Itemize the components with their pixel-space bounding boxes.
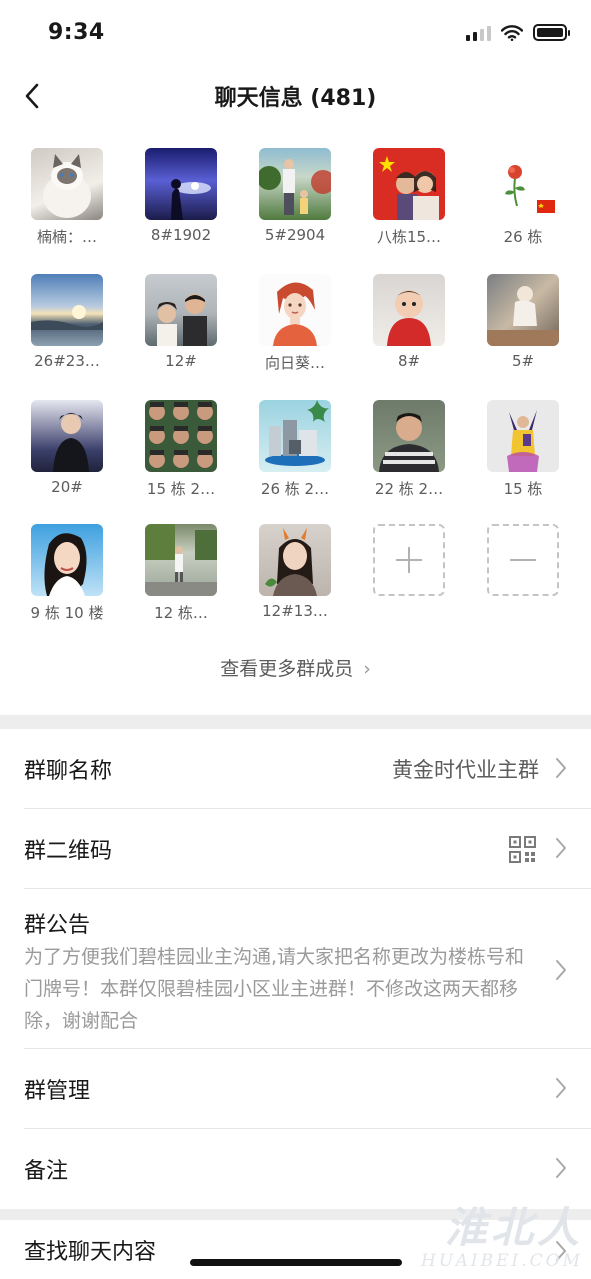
status-time: 9:34 (48, 20, 105, 45)
member-name: 26 栋 2… (260, 480, 330, 498)
chevron-right-icon (556, 960, 566, 980)
member-name: 15 栋 (503, 480, 543, 498)
search-chat-label: 查找聊天内容 (24, 1240, 157, 1265)
chevron-right-icon (556, 838, 566, 858)
battery-icon (533, 24, 570, 41)
member-name: 八栋15… (376, 228, 442, 246)
member-item[interactable]: 22 栋 2… (354, 400, 464, 499)
member-item[interactable]: 5# (468, 274, 578, 370)
wifi-icon (501, 24, 523, 41)
member-name: 5#2904 (264, 226, 326, 244)
avatar (373, 148, 445, 220)
group-name-value: 黄金时代业主群 (392, 758, 539, 782)
home-indicator (190, 1259, 402, 1266)
member-item[interactable]: 12# (126, 274, 236, 370)
avatar (487, 400, 559, 472)
avatar (31, 274, 103, 346)
group-manage-row[interactable]: 群管理 (24, 1049, 591, 1129)
member-item[interactable]: 26 栋 (468, 148, 578, 247)
avatar (145, 524, 217, 596)
member-item[interactable]: 26 栋 2… (240, 400, 350, 499)
chevron-right-icon (556, 1078, 566, 1098)
member-name: 15 栋 2… (146, 480, 216, 498)
remark-label: 备注 (24, 1159, 69, 1184)
member-name: 楠楠：… (36, 228, 97, 246)
watermark: 淮北人 HUAIBEI.COM (421, 1203, 583, 1272)
avatar (145, 148, 217, 220)
cellular-signal-icon (466, 25, 491, 41)
member-name: 26 栋 (503, 228, 543, 246)
member-name: 5# (511, 352, 535, 370)
member-name: 12 栋… (154, 604, 208, 622)
plus-icon (396, 547, 422, 573)
member-item[interactable]: 12#13… (240, 524, 350, 620)
group-name-label: 群聊名称 (24, 759, 113, 784)
group-notice-label: 群公告 (24, 913, 91, 938)
member-item[interactable]: 15 栋 2… (126, 400, 236, 499)
member-name: 8# (397, 352, 421, 370)
view-more-members-link[interactable]: 查看更多群成员 › (0, 654, 591, 681)
avatar (373, 274, 445, 346)
settings-section: 群聊名称 黄金时代业主群 群二维码 群公告 为了方便我们碧桂园业主沟通,请大家把… (0, 729, 591, 1209)
qr-code-icon (509, 836, 536, 863)
remark-row[interactable]: 备注 (24, 1129, 591, 1209)
member-name: 26#23… (34, 352, 100, 370)
watermark-en: HUAIBEI.COM (421, 1251, 583, 1271)
group-qr-row[interactable]: 群二维码 (24, 809, 591, 889)
chevron-right-icon (556, 1158, 566, 1178)
view-more-members-label: 查看更多群成员 (220, 658, 354, 680)
member-item[interactable]: 8# (354, 274, 464, 370)
page-title: 聊天信息 (481) (214, 86, 377, 111)
add-member-slot[interactable] (373, 524, 445, 596)
avatar (259, 524, 331, 596)
member-name: 12# (165, 352, 197, 370)
member-item[interactable]: 12 栋… (126, 524, 236, 623)
status-bar: 9:34 (0, 0, 591, 70)
avatar (487, 148, 559, 220)
avatar (259, 400, 331, 472)
member-name: 12#13… (262, 602, 328, 620)
add-member-button[interactable] (354, 524, 464, 596)
chevron-right-icon (556, 758, 566, 778)
group-qr-label: 群二维码 (24, 839, 113, 864)
avatar (373, 400, 445, 472)
remove-member-button[interactable] (468, 524, 578, 596)
group-name-row[interactable]: 群聊名称 黄金时代业主群 (24, 729, 591, 809)
remove-member-slot[interactable] (487, 524, 559, 596)
group-notice-text: 为了方便我们碧桂园业主沟通,请大家把名称更改为楼栋号和门牌号！本群仅限碧桂园小区… (24, 946, 525, 1032)
avatar (31, 524, 103, 596)
chevron-right-icon: › (363, 658, 371, 680)
minus-icon (510, 559, 536, 561)
avatar (259, 274, 331, 346)
member-item[interactable]: 向日葵… (240, 274, 350, 373)
member-name: 20# (51, 478, 83, 496)
member-name: 8#1902 (150, 226, 212, 244)
group-notice-row[interactable]: 群公告 为了方便我们碧桂园业主沟通,请大家把名称更改为楼栋号和门牌号！本群仅限碧… (24, 889, 591, 1049)
member-item[interactable]: 5#2904 (240, 148, 350, 244)
avatar (31, 148, 103, 220)
avatar (259, 148, 331, 220)
member-item[interactable]: 9 栋 10 楼 (12, 524, 122, 623)
nav-bar: 聊天信息 (481) (0, 70, 591, 122)
status-icons (466, 24, 570, 41)
member-item[interactable]: 15 栋 (468, 400, 578, 499)
member-name: 向日葵… (264, 354, 325, 372)
member-item[interactable]: 楠楠：… (12, 148, 122, 247)
avatar (145, 274, 217, 346)
member-item[interactable]: 八栋15… (354, 148, 464, 247)
member-name: 9 栋 10 楼 (30, 604, 104, 622)
avatar (487, 274, 559, 346)
member-item[interactable]: 26#23… (12, 274, 122, 370)
member-item[interactable]: 8#1902 (126, 148, 236, 244)
group-manage-label: 群管理 (24, 1079, 91, 1104)
avatar (145, 400, 217, 472)
member-item[interactable]: 20# (12, 400, 122, 496)
member-name: 22 栋 2… (374, 480, 444, 498)
watermark-cn: 淮北人 (444, 1203, 583, 1252)
avatar (31, 400, 103, 472)
